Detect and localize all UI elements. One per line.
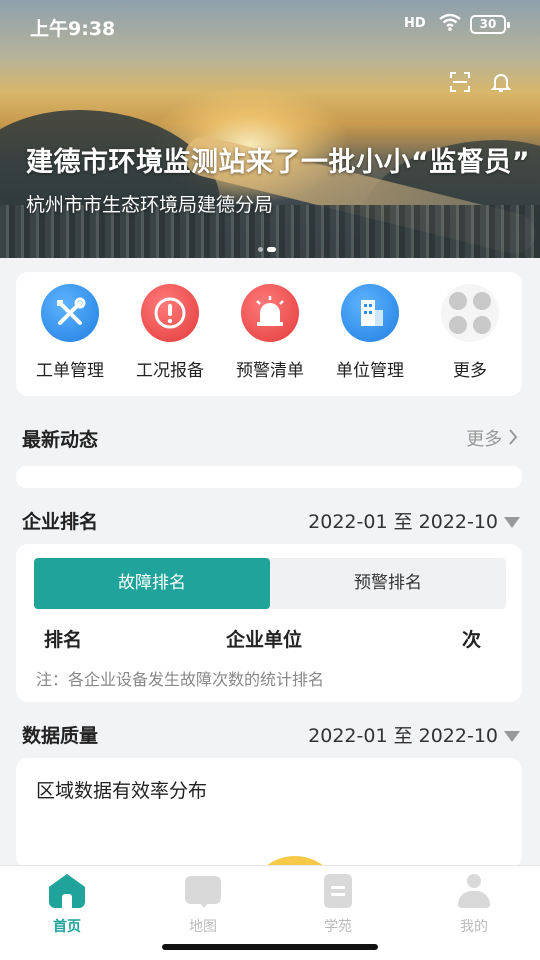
- quality-card-title: 区域数据有效率分布: [36, 780, 208, 802]
- quality-card: 区域数据有效率分布: [16, 758, 522, 868]
- more-icon: [441, 284, 499, 342]
- home-icon: [49, 874, 85, 908]
- tab-academy[interactable]: 学苑: [298, 874, 378, 936]
- quick-action-work-order[interactable]: 工单管理: [22, 284, 118, 381]
- tab-home[interactable]: 首页: [27, 874, 107, 936]
- quick-action-label: 工单管理: [36, 361, 104, 381]
- siren-icon: [241, 284, 299, 342]
- ranking-date-range-label: 2022-01 至 2022-10: [308, 511, 498, 533]
- column-header-count: 次: [462, 629, 482, 651]
- quality-section-title: 数据质量: [22, 725, 99, 747]
- news-section-title: 最新动态: [22, 429, 99, 451]
- user-icon: [456, 874, 492, 908]
- carousel-indicator: [258, 237, 280, 256]
- battery-icon: 30: [470, 15, 510, 34]
- tab-map[interactable]: 地图: [163, 874, 243, 936]
- quick-action-warning-list[interactable]: 预警清单: [222, 284, 318, 381]
- carousel-dot-active: [267, 247, 276, 252]
- signal-icon: HD: [404, 16, 426, 31]
- tab-label: 首页: [53, 919, 81, 935]
- quick-action-label: 更多: [453, 361, 487, 381]
- tab-fault-ranking[interactable]: 故障排名: [34, 558, 270, 609]
- column-header-rank: 排名: [44, 629, 83, 651]
- ranking-segmented-control: 故障排名 预警排名: [34, 558, 506, 609]
- triangle-down-icon: [504, 731, 520, 742]
- bell-icon[interactable]: [486, 70, 516, 100]
- ranking-card: 故障排名 预警排名 排名 企业单位 次 注：各企业设备发生故障次数的统计排名: [16, 544, 522, 702]
- quick-action-label: 单位管理: [336, 361, 404, 381]
- quick-action-unit-management[interactable]: 单位管理: [322, 284, 418, 381]
- news-more-link[interactable]: 更多: [466, 425, 518, 451]
- wifi-icon: [438, 12, 462, 37]
- quick-action-more[interactable]: 更多: [422, 284, 518, 381]
- tab-profile[interactable]: 我的: [434, 874, 514, 936]
- quality-date-range-label: 2022-01 至 2022-10: [308, 725, 498, 747]
- status-bar: 上午9:38 HD 30: [0, 0, 540, 52]
- book-icon: [320, 874, 356, 908]
- tools-icon: [41, 284, 99, 342]
- banner-headline[interactable]: 建德市环境监测站来了一批小小“监督员”: [26, 140, 530, 179]
- triangle-down-icon: [504, 517, 520, 528]
- quick-action-label: 预警清单: [236, 361, 304, 381]
- news-banner[interactable]: 上午9:38 HD 30 建德市环境监测站来了一批小小“监督员” 杭州市市生态环…: [0, 0, 540, 258]
- quick-action-label: 工况报备: [136, 361, 204, 381]
- ranking-note: 注：各企业设备发生故障次数的统计排名: [36, 670, 325, 689]
- tab-label: 我的: [460, 919, 488, 935]
- ranking-date-range[interactable]: 2022-01 至 2022-10: [308, 507, 520, 534]
- carousel-dot: [258, 247, 263, 252]
- alert-icon: [141, 284, 199, 342]
- building-icon: [341, 284, 399, 342]
- chevron-right-icon: [508, 429, 518, 450]
- tab-warning-ranking[interactable]: 预警排名: [270, 558, 506, 609]
- column-header-company: 企业单位: [226, 629, 303, 651]
- map-icon: [185, 874, 221, 908]
- ranking-section-title: 企业排名: [22, 511, 99, 533]
- news-more-label: 更多: [466, 429, 503, 450]
- quick-action-condition-report[interactable]: 工况报备: [122, 284, 218, 381]
- scan-icon[interactable]: [445, 70, 475, 100]
- tab-label: 学苑: [324, 919, 352, 935]
- tab-label: 地图: [189, 919, 217, 935]
- quick-actions-card: 工单管理 工况报备 预警清单 单位管理 更多: [16, 272, 522, 396]
- news-list: [16, 466, 522, 488]
- home-indicator[interactable]: [162, 944, 378, 950]
- banner-subline: 杭州市市生态环境局建德分局: [26, 194, 274, 216]
- status-time: 上午9:38: [30, 18, 116, 40]
- quality-date-range[interactable]: 2022-01 至 2022-10: [308, 721, 520, 748]
